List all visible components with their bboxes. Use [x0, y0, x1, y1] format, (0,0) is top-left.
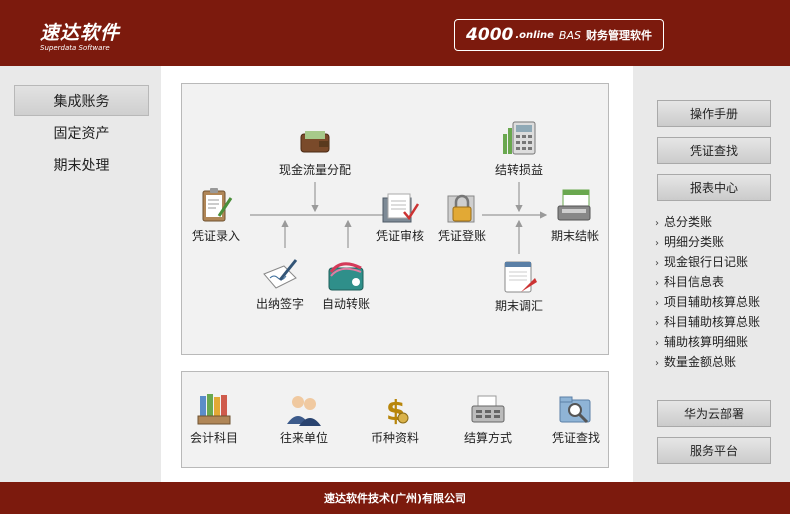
logo: 速达软件 Superdata Software — [40, 18, 120, 52]
item-settlement[interactable]: 结算方式 — [438, 392, 538, 446]
chevron-right-icon: › — [655, 238, 659, 249]
report-link[interactable]: › 现金银行日记账 — [655, 253, 748, 270]
node-transfer-pl-label: 结转损益 — [494, 163, 543, 177]
node-period-adjust-label: 期末调汇 — [494, 299, 543, 313]
item-voucher-query-label: 凭证查找 — [551, 431, 600, 445]
report-link-label: 项目辅助核算总账 — [664, 295, 761, 309]
chevron-right-icon: › — [655, 338, 659, 349]
node-period-close[interactable]: 期末结帐 — [525, 188, 625, 244]
product-version: 4000 — [466, 25, 514, 45]
main-panel: 凭证录入 现金流量分配 凭证审核 凭证登账 结转损益 期末结帐 出纳签字 自动转… — [161, 66, 633, 482]
item-settlement-label: 结算方式 — [463, 431, 512, 445]
notepad-adjust-icon — [504, 261, 537, 293]
nav-integrated-accounting[interactable]: 集成账务 — [14, 85, 149, 116]
node-voucher-entry[interactable]: 凭证录入 — [166, 186, 266, 244]
report-link[interactable]: › 科目辅助核算总账 — [655, 313, 760, 330]
product-badge: 4000 .online BAS 财务管理软件 — [454, 19, 664, 51]
node-period-close-label: 期末结帐 — [550, 229, 599, 243]
report-link-label: 辅助核算明细账 — [664, 335, 749, 349]
nav-fixed-assets[interactable]: 固定资产 — [14, 117, 149, 148]
report-link[interactable]: › 辅助核算明细账 — [655, 333, 748, 350]
product-title: 财务管理软件 — [585, 29, 652, 42]
top-banner: 速达软件 Superdata Software 4000 .online BAS… — [0, 0, 790, 66]
item-partners[interactable]: 往来单位 — [254, 392, 354, 446]
huawei-cloud-button[interactable]: 华为云部署 — [657, 400, 771, 427]
logo-text: 速达软件 — [40, 22, 121, 44]
node-auto-transfer-label: 自动转账 — [321, 297, 370, 311]
node-voucher-post[interactable]: 凭证登账 — [412, 192, 512, 244]
report-link-label: 科目辅助核算总账 — [664, 315, 761, 329]
clipboard-pen-icon — [202, 188, 233, 222]
calendar-register-icon — [557, 189, 591, 221]
folder-search-icon — [559, 396, 591, 424]
left-sidebar: 集成账务 固定资产 期末处理 — [0, 66, 161, 482]
chevron-right-icon: › — [655, 358, 659, 369]
right-sidebar: 操作手册 凭证查找 报表中心 › 总分类账 › 明细分类账 › 现金银行日记账 › 科目… — [633, 66, 790, 482]
dollar-icon: $ — [386, 394, 409, 426]
item-accounts[interactable]: 会计科目 — [164, 392, 264, 446]
node-voucher-post-label: 凭证登账 — [437, 229, 486, 243]
item-voucher-query[interactable]: 凭证查找 — [526, 392, 626, 446]
node-voucher-entry-label: 凭证录入 — [191, 229, 240, 243]
chevron-right-icon: › — [655, 318, 659, 329]
report-link-label: 现金银行日记账 — [664, 255, 749, 269]
item-currency[interactable]: $ 币种资料 — [345, 392, 445, 446]
node-cash-flow[interactable]: 现金流量分配 — [265, 128, 365, 178]
transfer-wave-icon — [328, 262, 364, 291]
footer-company: 速达软件技术(广州)有限公司 — [323, 492, 467, 505]
logo-subtext: Superdata Software — [40, 44, 110, 52]
nav-period-end[interactable]: 期末处理 — [14, 149, 149, 180]
report-link-label: 明细分类账 — [664, 235, 725, 249]
item-partners-label: 往来单位 — [279, 431, 328, 445]
chevron-right-icon: › — [655, 298, 659, 309]
report-link[interactable]: › 明细分类账 — [655, 233, 724, 250]
report-link-label: 数量金额总账 — [664, 355, 737, 369]
report-link[interactable]: › 总分类账 — [655, 213, 712, 230]
report-link[interactable]: › 科目信息表 — [655, 273, 724, 290]
chevron-right-icon: › — [655, 278, 659, 289]
calculator-chart-icon — [503, 121, 536, 155]
item-accounts-label: 会计科目 — [189, 431, 238, 445]
service-platform-button[interactable]: 服务平台 — [657, 437, 771, 464]
register-icon — [471, 395, 505, 423]
node-cash-flow-label: 现金流量分配 — [278, 163, 351, 177]
node-transfer-pl[interactable]: 结转损益 — [469, 118, 569, 178]
product-edition: .online — [515, 29, 554, 41]
manual-button[interactable]: 操作手册 — [657, 100, 771, 127]
workflow-diagram: 凭证录入 现金流量分配 凭证审核 凭证登账 结转损益 期末结帐 出纳签字 自动转… — [181, 83, 609, 355]
chevron-right-icon: › — [655, 258, 659, 269]
node-period-adjust[interactable]: 期末调汇 — [469, 258, 569, 314]
product-bas: BAS — [558, 28, 581, 42]
report-link[interactable]: › 数量金额总账 — [655, 353, 736, 370]
report-link-label: 总分类账 — [664, 215, 713, 229]
footer: 速达软件技术(广州)有限公司 — [0, 482, 790, 514]
basic-data-panel: 会计科目 往来单位 $ 币种资料 结算方式 凭证查找 — [181, 371, 609, 468]
node-auto-transfer[interactable]: 自动转账 — [296, 258, 396, 312]
report-link-label: 科目信息表 — [664, 275, 725, 289]
wallet-cash-icon — [300, 131, 330, 153]
folders-icon — [197, 394, 231, 425]
sign-pen-icon — [263, 259, 298, 289]
report-center-button[interactable]: 报表中心 — [657, 174, 771, 201]
chevron-right-icon: › — [655, 218, 659, 229]
voucher-query-button[interactable]: 凭证查找 — [657, 137, 771, 164]
padlock-ledger-icon — [447, 194, 475, 223]
item-currency-label: 币种资料 — [370, 431, 419, 445]
report-link[interactable]: › 项目辅助核算总账 — [655, 293, 760, 310]
users-icon — [287, 396, 321, 426]
